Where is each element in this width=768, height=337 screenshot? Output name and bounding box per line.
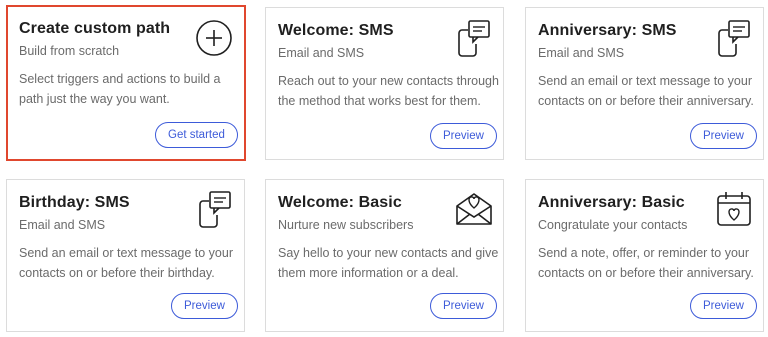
phone-message-icon: [456, 18, 492, 58]
card-welcome-sms[interactable]: Welcome: SMS Email and SMS Reach out to …: [265, 7, 504, 160]
card-title: Welcome: SMS: [278, 22, 394, 39]
phone-message-icon: [716, 18, 752, 58]
preview-button[interactable]: Preview: [430, 293, 497, 319]
card-title: Welcome: Basic: [278, 194, 402, 211]
phone-message-icon: [197, 189, 233, 229]
card-subtitle: Build from scratch: [19, 44, 120, 58]
preview-button[interactable]: Preview: [171, 293, 238, 319]
card-title: Birthday: SMS: [19, 194, 130, 211]
envelope-heart-icon: [454, 189, 494, 227]
card-description: Select triggers and actions to build a p…: [19, 72, 221, 106]
card-title: Anniversary: Basic: [538, 194, 685, 211]
card-title: Anniversary: SMS: [538, 22, 677, 39]
preview-button[interactable]: Preview: [690, 293, 757, 319]
card-subtitle: Congratulate your contacts: [538, 218, 688, 232]
card-create-custom-path[interactable]: Create custom path Build from scratch Se…: [6, 5, 246, 161]
card-subtitle: Email and SMS: [19, 218, 106, 232]
calendar-heart-icon: [715, 190, 753, 228]
get-started-button[interactable]: Get started: [155, 122, 238, 148]
card-subtitle: Email and SMS: [278, 46, 365, 60]
card-description: Reach out to your new contacts through t…: [278, 74, 499, 108]
card-subtitle: Email and SMS: [538, 46, 625, 60]
card-title: Create custom path: [19, 20, 171, 37]
preview-button[interactable]: Preview: [690, 123, 757, 149]
plus-circle-icon: [195, 19, 233, 57]
card-description: Send an email or text message to your co…: [19, 246, 234, 280]
card-anniversary-basic[interactable]: Anniversary: Basic Congratulate your con…: [525, 179, 764, 332]
card-description: Say hello to your new contacts and give …: [278, 246, 499, 280]
card-welcome-basic[interactable]: Welcome: Basic Nurture new subscribers S…: [265, 179, 504, 332]
card-subtitle: Nurture new subscribers: [278, 218, 414, 232]
card-description: Send a note, offer, or reminder to your …: [538, 246, 754, 280]
card-birthday-sms[interactable]: Birthday: SMS Email and SMS Send an emai…: [6, 179, 245, 332]
card-description: Send an email or text message to your co…: [538, 74, 754, 108]
preview-button[interactable]: Preview: [430, 123, 497, 149]
card-anniversary-sms[interactable]: Anniversary: SMS Email and SMS Send an e…: [525, 7, 764, 160]
